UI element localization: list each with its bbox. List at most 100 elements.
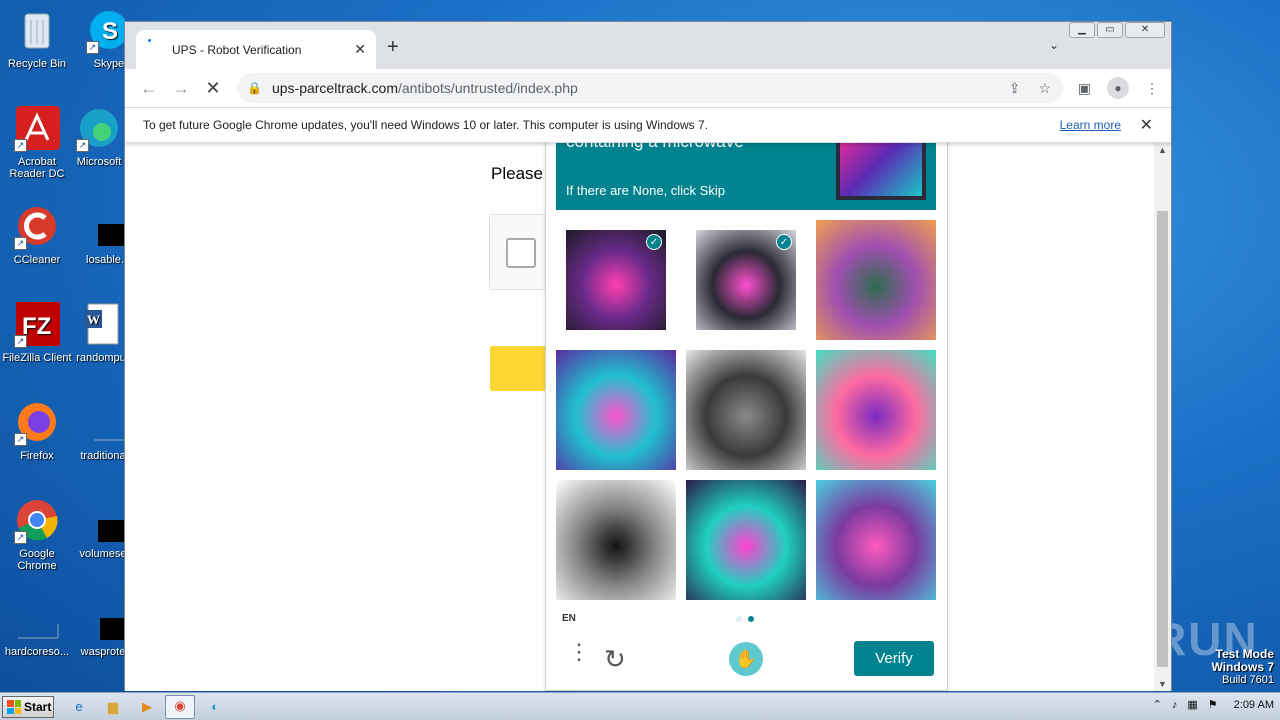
windows-logo-icon [7,700,21,714]
firefox-icon: ↗ [14,400,60,446]
filezilla-icon: FZ ↗ [14,302,60,348]
show-hidden-icons[interactable]: ⌃ [1153,698,1162,711]
chrome-window: UPS - Robot Verification ✕ + ⌄ ▁ ▭ ✕ ← →… [124,21,1172,691]
scroll-up-icon[interactable]: ▲ [1158,145,1167,155]
window-close-button[interactable]: ✕ [1125,22,1165,38]
tab-close-icon[interactable]: ✕ [354,41,366,58]
minimize-button[interactable]: ▁ [1069,22,1095,38]
desktop-icon-filezilla[interactable]: FZ ↗ FileZilla Client [0,302,74,364]
ie-icon[interactable]: e [68,697,90,717]
stop-loading-icon[interactable]: ✕ [197,78,229,99]
bookmark-star-icon[interactable]: ☆ [1038,80,1051,97]
address-bar[interactable]: 🔒 ups-parceltrack.com/antibots/untrusted… [237,73,1063,103]
forward-arrow-icon[interactable]: → [165,78,197,99]
prompt-example-image [836,143,926,200]
challenge-tile-neon-desk-1[interactable] [556,350,676,470]
action-center-flag-icon[interactable]: ⚑ [1208,698,1218,711]
shortcut-arrow-icon: ↗ [14,433,27,446]
chrome-icon: ↗ [14,498,60,544]
refresh-icon[interactable]: ↻ [604,644,626,675]
acrobat-icon: ↗ [14,106,60,152]
desktop-icon-label: FileZilla Client [2,352,72,364]
start-button[interactable]: Start [2,696,54,718]
scroll-down-icon[interactable]: ▼ [1158,679,1167,689]
desktop-icon-label: Firefox [20,450,54,462]
word-document-icon: W [78,302,124,348]
challenge-tile-microwave-neon-2[interactable]: ✓ [686,220,806,340]
learn-more-link[interactable]: Learn more [1060,118,1121,132]
verify-button[interactable]: Verify [854,641,934,676]
shortcut-arrow-icon: ↗ [14,139,27,152]
network-icon[interactable]: ▦ [1187,698,1197,711]
shortcut-arrow-icon: ↗ [14,335,27,348]
tile-image [816,350,936,470]
hcaptcha-logo-icon[interactable]: ✋ [729,642,763,676]
file-icon [14,596,60,642]
desktop-icon-label: Skype [93,58,125,70]
share-icon[interactable]: ⇪ [1009,80,1021,97]
challenge-prompt: containing a microwave If there are None… [556,143,936,210]
loading-favicon-icon [146,38,160,57]
clock[interactable]: 2:09 AM [1234,699,1274,711]
captcha-checkbox[interactable] [506,238,536,268]
explorer-folder-icon[interactable]: ▆ [102,697,124,717]
desktop-icon-label: wasprote [80,646,126,658]
back-arrow-icon[interactable]: ← [133,78,165,99]
page-dot-active [748,616,754,622]
desktop-icon-label: volumese [79,548,127,560]
page-scrollbar[interactable]: ▲ ▼ [1154,143,1171,691]
challenge-tile-neon-desk-3[interactable] [686,480,806,600]
tile-image [816,220,936,340]
ccleaner-icon: ↗ [14,204,60,250]
page-viewport: Please containing a microwave If there a… [125,143,1155,691]
test-mode-line2: Windows 7 [1211,660,1274,674]
infobar-message: To get future Google Chrome updates, you… [143,118,709,132]
infobar-close-icon[interactable]: ✕ [1140,115,1153,135]
selected-check-icon: ✓ [776,234,792,250]
challenge-tile-goat-statue[interactable] [816,220,936,340]
challenge-tile-panda-face[interactable] [556,480,676,600]
test-mode-notice: Test Mode Windows 7 Build 7601 [1211,648,1274,687]
chrome-taskbar-icon[interactable]: ◉ [165,695,195,719]
scrollbar-thumb[interactable] [1157,211,1168,667]
tab-ups-robot-verification[interactable]: UPS - Robot Verification ✕ [136,30,376,69]
maximize-button[interactable]: ▭ [1097,22,1123,38]
challenge-tile-neon-bedroom[interactable] [816,480,936,600]
challenge-tile-neon-desk-2[interactable] [816,350,936,470]
desktop-icon-hardcoreso[interactable]: hardcoreso... [0,596,74,658]
desktop-icon-chrome[interactable]: ↗ Google Chrome [0,498,74,572]
system-tray: ⌃ ♪ ▦ ⚑ 2:09 AM [1153,698,1274,712]
desktop-icon-ccleaner[interactable]: ↗ CCleaner [0,204,74,266]
selected-check-icon: ✓ [646,234,662,250]
svg-text:W: W [87,312,100,327]
desktop-icon-label: Recycle Bin [7,58,67,70]
shortcut-arrow-icon: ↗ [14,237,27,250]
new-tab-button[interactable]: + [387,36,399,59]
page-indicator [736,616,754,622]
taskbar: Start e ▆ ▶ ◉ ◐ ⌃ ♪ ▦ ⚑ 2:09 AM [0,692,1280,720]
edge-icon: ↗ [76,106,122,152]
svg-text:S: S [102,18,118,45]
media-player-icon[interactable]: ▶ [136,697,158,717]
url-path: /antibots/untrusted/index.php [398,80,578,96]
profile-avatar-icon[interactable]: ● [1107,77,1129,99]
lock-icon[interactable]: 🔒 [247,81,262,95]
challenge-tile-violin-sketch[interactable] [686,350,806,470]
tile-image [556,480,676,600]
language-selector[interactable]: EN [562,613,576,624]
desktop-icon-label: randompu [76,352,126,364]
challenge-tile-microwave-neon-1[interactable]: ✓ [556,220,676,340]
chrome-menu-icon[interactable]: ⋮ [1145,80,1159,97]
tab-search-chevron-icon[interactable]: ⌄ [1049,38,1059,52]
desktop-icon-firefox[interactable]: ↗ Firefox [0,400,74,462]
desktop-icon-label: Microsoft [76,156,122,168]
desktop-icon-label: Google Chrome [17,548,57,572]
desktop-icon-label: CCleaner [13,254,61,266]
file-icon [80,596,132,642]
challenge-menu-icon[interactable]: ⋮ [568,641,590,663]
volume-icon[interactable]: ♪ [1172,699,1178,711]
desktop-icon-recycle-bin[interactable]: Recycle Bin [0,8,74,70]
omnibox-actions: ⇪ ☆ [1009,80,1051,97]
side-panel-icon[interactable]: ▣ [1078,80,1091,97]
edge-taskbar-icon[interactable]: ◐ [204,697,226,717]
